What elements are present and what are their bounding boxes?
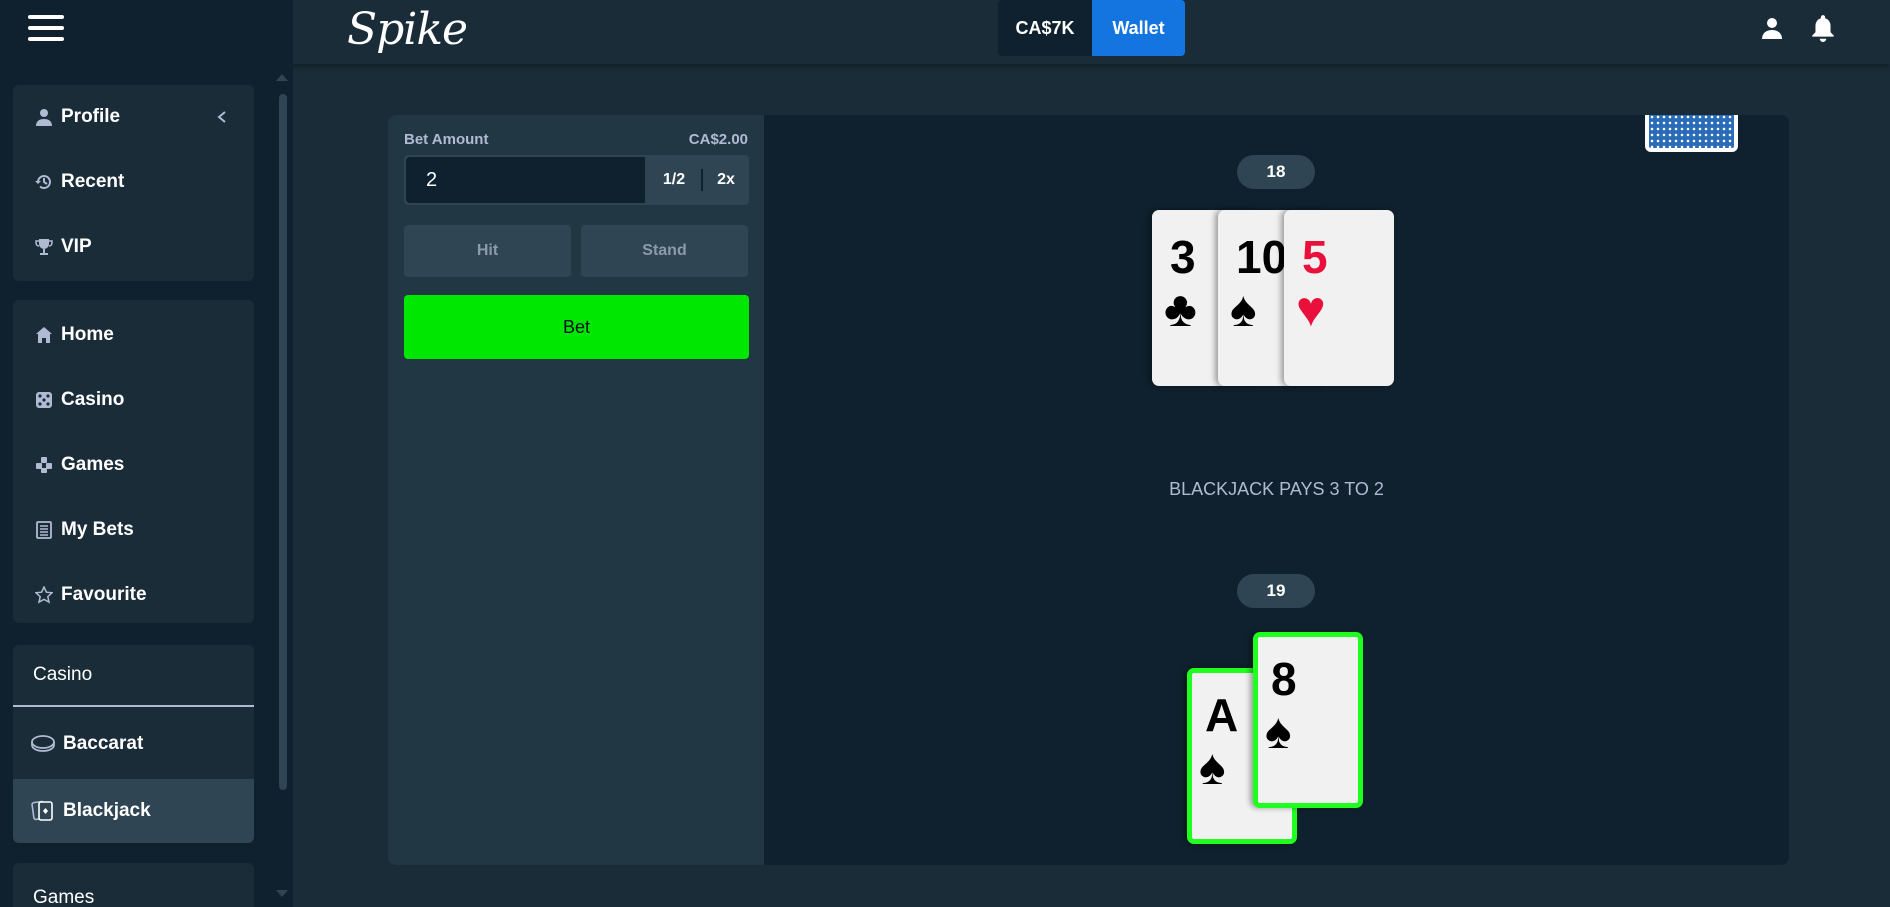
sidebar-item-label: Games [61,454,125,475]
sidebar-item-label: Blackjack [63,800,151,821]
hit-button[interactable]: Hit [404,225,571,277]
card-suit-spades-icon: ♠ [1230,281,1257,337]
sidebar-section-label: Games [33,887,95,907]
sidebar-item-vip[interactable]: VIP [13,218,254,276]
card-rank: 10 [1236,231,1288,283]
sidebar-item-label: Favourite [61,584,147,605]
user-icon[interactable] [1760,16,1784,40]
balance-display[interactable]: CA$7K [998,0,1092,56]
half-bet-button[interactable]: 1/2 [649,155,699,205]
card-suit-spades-icon: ♠ [1265,703,1292,759]
blackjack-game: Bet Amount CA$2.00 1/2 2x Hit Stand Bet … [388,115,1789,865]
site-logo[interactable]: Spike [347,4,468,55]
sidebar-casino-header[interactable]: Casino [13,645,254,707]
bet-panel: Bet Amount CA$2.00 1/2 2x Hit Stand Bet [388,115,764,865]
sidebar-games-header[interactable]: Games [13,869,254,907]
player-card: 8 ♠ [1253,632,1363,808]
home-icon [36,327,52,343]
notification-bell-icon[interactable] [1810,14,1836,42]
card-back [1649,115,1734,148]
sidebar-item-favourite[interactable]: Favourite [13,566,254,624]
sidebar-item-label: Profile [61,106,121,127]
sidebar-item-home[interactable]: Home [13,306,254,364]
card-rank: 8 [1271,653,1297,705]
sidebar-group-games: Games [13,863,254,907]
sidebar-group-main: Home Casino Games My Bets Favourite [13,300,254,623]
cards-icon [31,800,53,821]
sidebar: Profile Recent VIP Home Casino Games My … [0,64,293,907]
sidebar-item-label: Home [61,324,114,345]
sidebar-item-casino[interactable]: Casino [13,371,254,429]
card-rank: A [1205,689,1239,741]
card-suit-hearts-icon: ♥ [1296,281,1326,337]
gamepad-icon [36,457,52,473]
card-suit-spades-icon: ♠ [1199,739,1226,795]
card-rank: 3 [1170,231,1196,283]
sidebar-scrollbar[interactable] [279,94,287,790]
sidebar-item-label: VIP [61,236,92,257]
top-bar: Spike CA$7K Wallet [0,0,1890,64]
hamburger-menu-icon[interactable] [28,15,64,41]
scroll-up-arrow-icon[interactable] [276,74,288,81]
bet-amount-field: 1/2 2x [404,155,749,205]
card-deck [1645,115,1738,152]
chevron-left-icon[interactable] [217,111,227,123]
stand-button[interactable]: Stand [581,225,748,277]
dealer-card: 5 ♥ [1284,210,1394,386]
bet-amount-value: CA$2.00 [688,131,748,148]
sidebar-item-label: Baccarat [63,733,144,754]
bet-button[interactable]: Bet [404,295,749,359]
scroll-down-arrow-icon[interactable] [276,890,288,897]
sidebar-section-label: Casino [33,664,93,685]
sidebar-item-label: My Bets [61,519,134,540]
history-icon [35,175,51,190]
sidebar-item-games[interactable]: Games [13,436,254,494]
baccarat-icon [31,735,55,752]
sidebar-item-label: Recent [61,171,125,192]
wallet-button[interactable]: Wallet [1092,0,1185,56]
sidebar-item-my-bets[interactable]: My Bets [13,501,254,559]
bet-amount-input[interactable] [406,157,645,203]
bet-amount-label: Bet Amount [404,131,489,148]
payout-banner: BLACKJACK PAYS 3 TO 2 [1169,479,1384,499]
sidebar-item-recent[interactable]: Recent [13,153,254,211]
sidebar-group-account: Profile Recent VIP [13,85,254,281]
dice-icon [36,392,52,408]
dealer-score-badge: 18 [1237,155,1315,189]
receipt-icon [36,521,52,539]
person-icon [36,109,52,126]
sidebar-item-baccarat[interactable]: Baccarat [13,715,254,773]
player-score-badge: 19 [1237,574,1315,608]
sidebar-item-blackjack[interactable]: Blackjack [13,779,254,843]
sidebar-group-casino: Casino Baccarat Blackjack [13,645,254,843]
trophy-icon [35,239,53,255]
sidebar-item-label: Casino [61,389,125,410]
card-rank: 5 [1302,231,1328,283]
star-icon [35,586,53,604]
double-bet-button[interactable]: 2x [703,155,749,205]
card-suit-clubs-icon: ♣ [1164,281,1197,337]
menu-area [0,0,293,64]
sidebar-item-profile[interactable]: Profile [13,88,254,146]
